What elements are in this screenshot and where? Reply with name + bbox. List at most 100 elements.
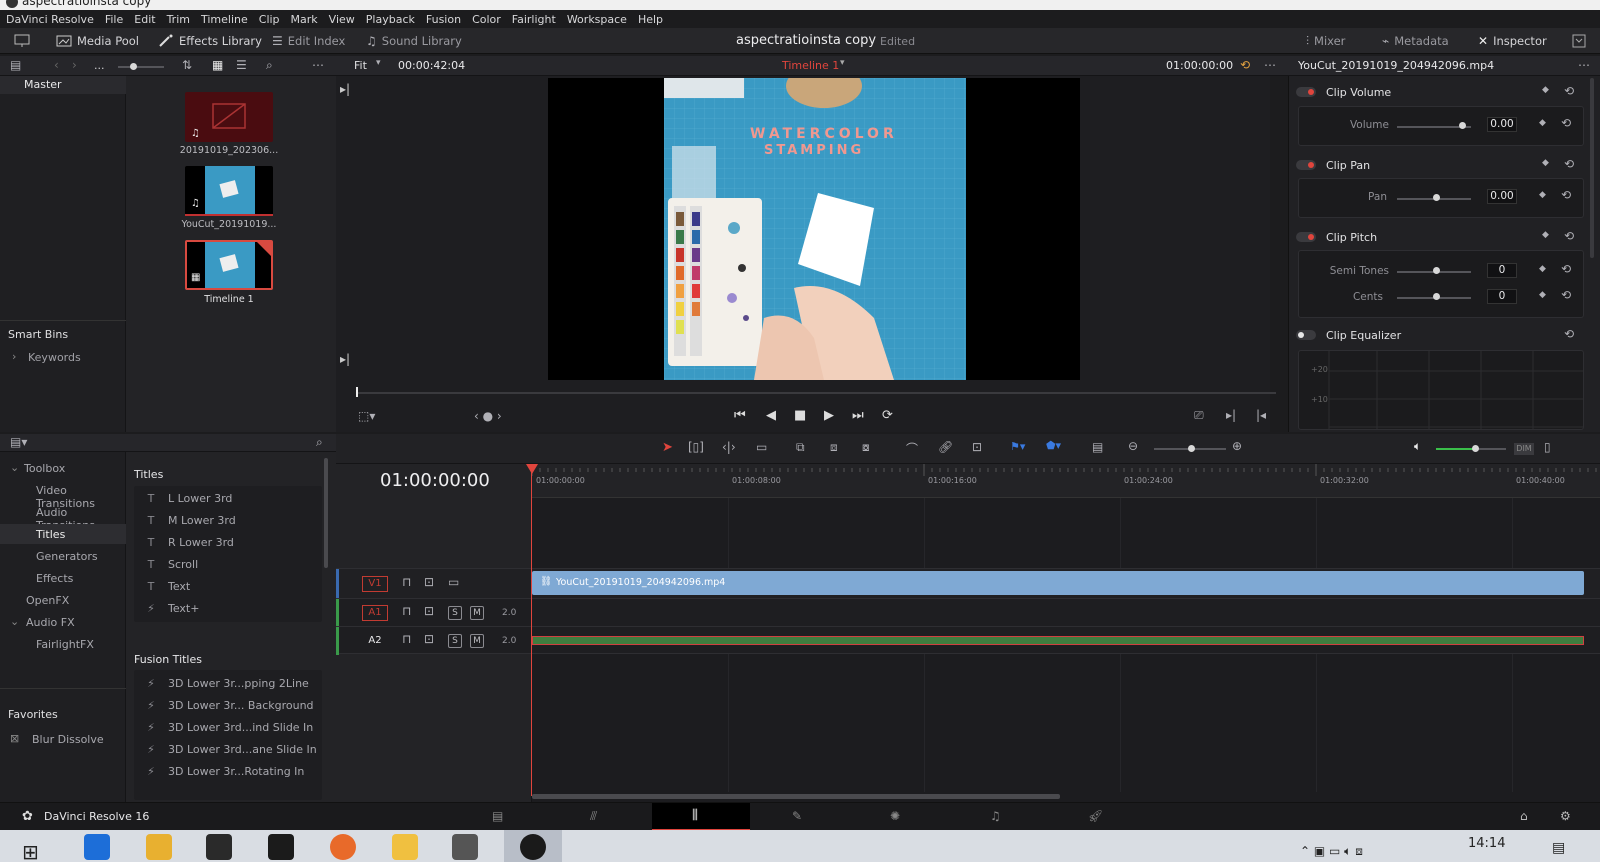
media-pool-button[interactable]: Media Pool [56, 32, 139, 50]
fusion-title-item[interactable]: ⚡ 3D Lower 3r... Background [146, 699, 313, 712]
menu-clip[interactable]: Clip [259, 13, 280, 26]
semitones-value[interactable]: 0 [1487, 263, 1517, 278]
forward-icon[interactable]: › [72, 58, 77, 72]
email-client-icon[interactable] [392, 834, 418, 860]
keyframe-icon[interactable]: ◆ [1539, 118, 1546, 128]
volume-value[interactable]: 0.00 [1487, 117, 1517, 132]
tree-toolbox[interactable]: Toolbox [24, 462, 65, 475]
color-page-icon[interactable]: ✺ [890, 809, 900, 823]
lock-icon[interactable]: ⊡ [972, 440, 982, 454]
reset-icon[interactable]: ⟲ [1564, 157, 1574, 171]
reset-icon[interactable]: ⟲ [1561, 188, 1571, 202]
menu-file[interactable]: File [105, 13, 123, 26]
clip-equalizer-section[interactable]: Clip Equalizer ⟲ [1296, 326, 1586, 344]
search-icon[interactable]: ⌕ [316, 435, 323, 450]
menu-fusion[interactable]: Fusion [426, 13, 461, 26]
semitones-knob[interactable] [1433, 267, 1440, 274]
thumb-size-knob[interactable] [130, 63, 137, 70]
timeline-name[interactable]: Timeline 1 [782, 59, 839, 72]
home-icon[interactable]: ⌂ [1520, 809, 1528, 823]
dynamic-trim-icon[interactable]: ‹|› [722, 440, 736, 454]
chevron-down-icon[interactable]: ⌄ [10, 615, 19, 628]
clip-equalizer-toggle[interactable] [1296, 330, 1316, 340]
store-icon[interactable] [206, 834, 232, 860]
menu-davinci-resolve[interactable]: DaVinci Resolve [6, 13, 94, 26]
selection-tool-icon[interactable]: ➤ [662, 440, 673, 455]
link-icon[interactable]: 🔗︎ [938, 440, 953, 454]
a1-destination-button[interactable]: A1 [362, 605, 388, 621]
zoom-out-icon[interactable]: ⊖ [1128, 439, 1138, 453]
overwrite-clip-icon[interactable]: ⧈ [830, 440, 838, 455]
title-item[interactable]: T Text [146, 580, 191, 593]
last-frame-icon[interactable]: ▸| [340, 352, 350, 366]
zoom-knob[interactable] [1188, 445, 1195, 452]
chevron-down-icon[interactable]: ▾ [376, 58, 381, 68]
reset-icon[interactable]: ⟲ [1561, 288, 1571, 302]
mark-in-icon[interactable]: ▸| [1226, 408, 1236, 422]
trim-tool-icon[interactable]: [▯] [688, 440, 704, 454]
video-clip[interactable]: ⛓ YouCut_20191019_204942096.mp4 [532, 571, 1584, 595]
zoom-in-icon[interactable]: ⊕ [1232, 439, 1242, 453]
inspector-button[interactable]: ✕ Inspector [1478, 32, 1547, 50]
deliver-page-icon[interactable]: 🚀︎ [1088, 809, 1103, 823]
title-item[interactable]: ⚡ Text+ [146, 602, 199, 615]
keyframe-icon[interactable]: ◆ [1539, 290, 1546, 300]
collapse-icon[interactable] [1572, 32, 1586, 50]
audio-clip[interactable] [532, 636, 1584, 645]
keyframe-icon[interactable]: ◆ [1539, 190, 1546, 200]
clip-thumbnail[interactable]: ♫ [185, 92, 273, 142]
cut-page-icon[interactable]: ⫻ [590, 809, 597, 824]
tree-generators[interactable]: Generators [36, 550, 98, 563]
mute-button[interactable]: M [470, 634, 484, 648]
lock-icon[interactable]: ⊓ [402, 575, 411, 589]
menu-edit[interactable]: Edit [134, 13, 155, 26]
windows-start-icon[interactable]: ⊞ [22, 840, 39, 862]
mark-out-icon[interactable]: |◂ [1256, 408, 1266, 422]
menu-timeline[interactable]: Timeline [201, 13, 248, 26]
app-icon[interactable] [452, 834, 478, 860]
menu-playback[interactable]: Playback [366, 13, 415, 26]
firefox-icon[interactable] [330, 834, 356, 860]
cents-value[interactable]: 0 [1487, 289, 1517, 304]
search-icon[interactable]: ⌕ [266, 58, 273, 73]
timeline-ruler[interactable]: 01:00:00:00 01:00:08:00 01:00:16:00 01:0… [531, 464, 1600, 498]
clip-pitch-section[interactable]: Clip Pitch ◆ ⟲ [1296, 228, 1586, 246]
a2-destination-button[interactable]: A2 [362, 633, 388, 649]
match-frame-icon[interactable]: ⎚ [1194, 408, 1204, 423]
v1-destination-button[interactable]: V1 [362, 576, 388, 592]
sidebar-toggle-icon[interactable]: ▤ [10, 58, 21, 72]
keywords-bin[interactable]: Keywords [28, 351, 81, 364]
monitor-volume-knob[interactable] [1472, 445, 1479, 452]
cents-knob[interactable] [1433, 293, 1440, 300]
lock-icon[interactable]: ⊓ [402, 604, 411, 618]
menu-trim[interactable]: Trim [167, 13, 190, 26]
jog-wheel-icon[interactable]: ‹ ● › [474, 409, 502, 423]
metadata-button[interactable]: ⌁ Metadata [1382, 32, 1449, 50]
stop-icon[interactable]: ■ [794, 408, 806, 423]
title-item[interactable]: TR Lower 3rd [146, 536, 234, 549]
monitor-icon[interactable] [14, 32, 30, 50]
fairlight-page-icon[interactable]: ♫ [990, 809, 1001, 823]
davinci-resolve-taskbar-icon[interactable] [520, 834, 546, 860]
title-item[interactable]: T Scroll [146, 558, 199, 571]
master-bin[interactable]: Master [0, 76, 126, 94]
system-tray-icons[interactable]: ⌃ ▣ ▭ 🔈︎ ⧈ [1300, 844, 1363, 859]
thumb-size-slider[interactable] [118, 66, 164, 68]
viewer-scrubber[interactable] [356, 392, 1276, 394]
keyframe-icon[interactable]: ◆ [1542, 85, 1549, 95]
sidebar-toggle-icon[interactable]: ▤▾ [10, 435, 27, 449]
clip-pan-section[interactable]: Clip Pan ◆ ⟲ [1296, 156, 1586, 174]
menu-view[interactable]: View [329, 13, 355, 26]
first-frame-icon[interactable]: ▸| [340, 82, 350, 96]
reset-icon[interactable]: ⟲ [1561, 116, 1571, 130]
effects-library-button[interactable]: Effects Library [158, 32, 262, 50]
mail-icon[interactable] [268, 834, 294, 860]
menu-color[interactable]: Color [472, 13, 501, 26]
solo-button[interactable]: S [448, 606, 462, 620]
chevron-down-icon[interactable]: ⌄ [10, 461, 19, 474]
media-page-icon[interactable]: ▤ [492, 809, 503, 823]
timeline-playhead[interactable] [531, 464, 532, 796]
mute-button[interactable]: M [470, 606, 484, 620]
grid-view-icon[interactable]: ▦ [212, 58, 223, 72]
more-options-icon[interactable]: ⋯ [1578, 58, 1590, 72]
